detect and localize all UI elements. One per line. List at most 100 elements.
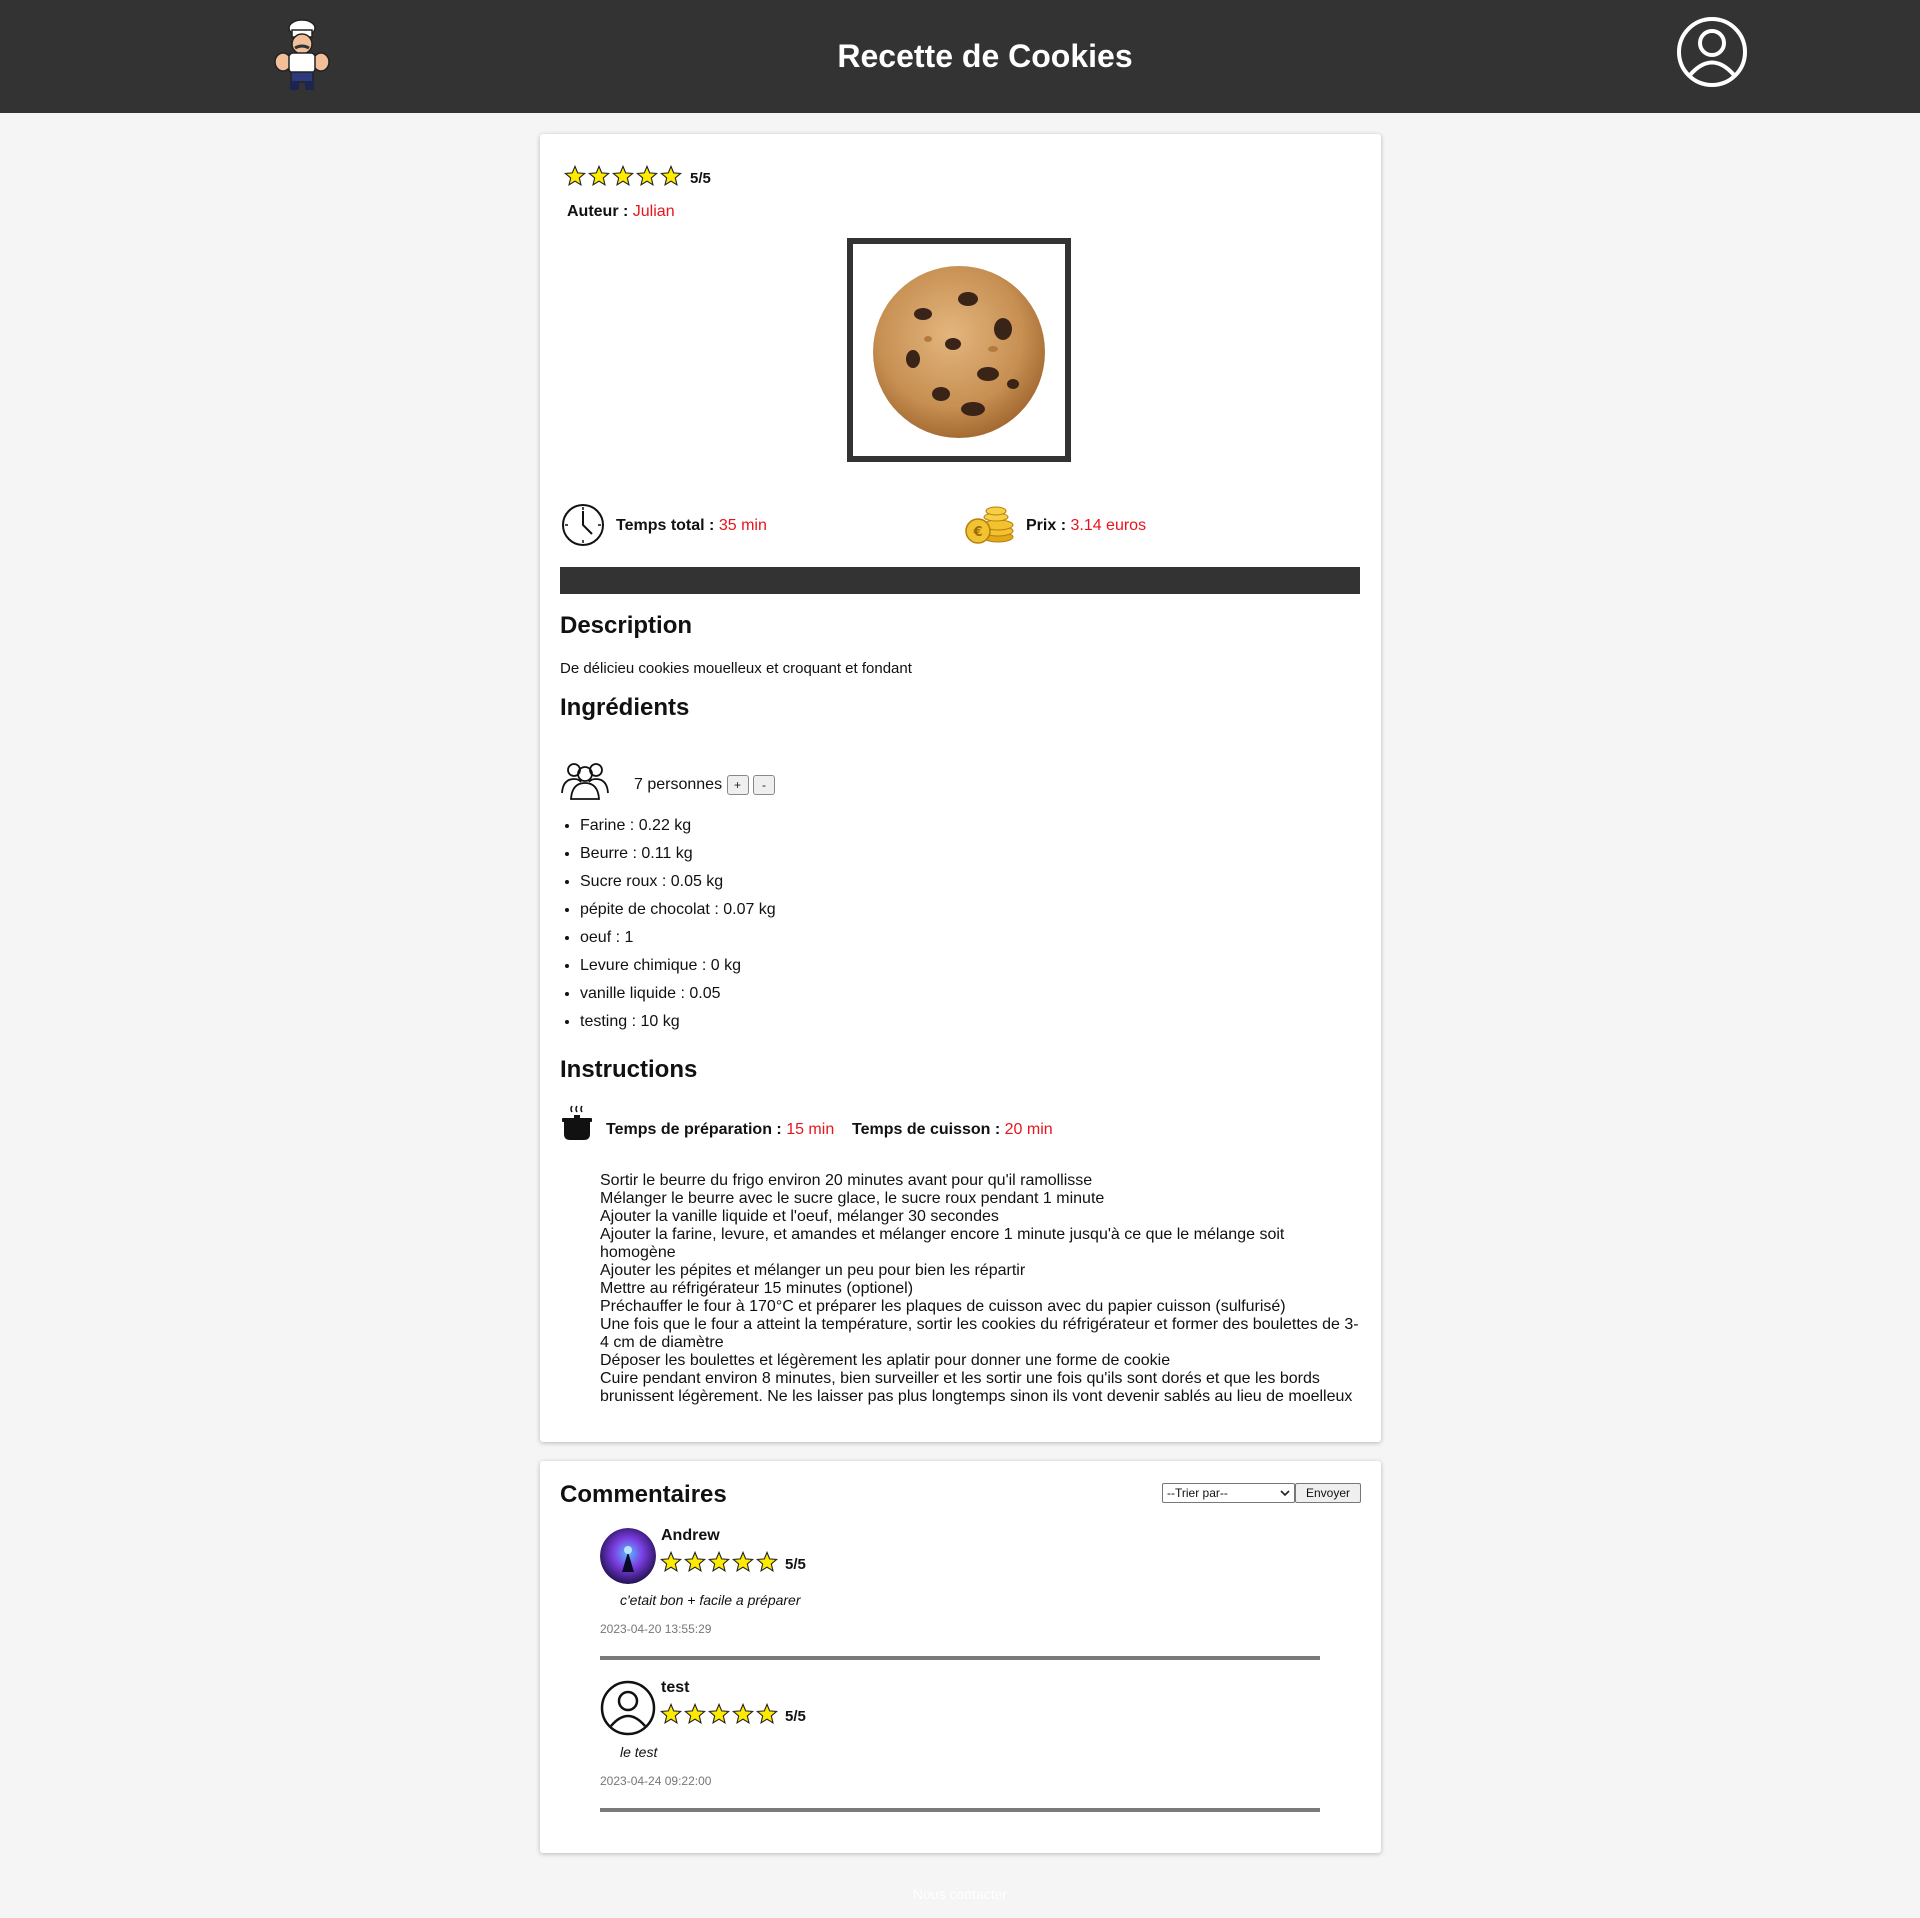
instructions-heading: Instructions [560,1056,698,1083]
recipe-photo [847,238,1071,462]
ingredient-separator: : [628,845,642,862]
star-icon [708,1703,730,1724]
chevron-down-icon [1280,1490,1290,1497]
list-item: Levure chimique : 0 kg [580,952,776,980]
star-icon [660,165,682,186]
section-divider [560,567,1360,594]
send-button[interactable]: Envoyer [1295,1483,1361,1503]
instruction-step: Mettre au réfrigérateur 15 minutes (opti… [600,1280,914,1297]
instruction-step: Mélanger le beurre avec le sucre glace, … [600,1190,1105,1207]
user-profile-icon[interactable] [1676,16,1748,88]
svg-text:€: € [972,525,982,540]
total-time: Temps total : 35 min [616,517,767,535]
description-heading: Description [560,612,693,639]
ingredient-name: pépite de chocolat [580,901,710,918]
ingredient-quantity: 0.22 kg [638,817,692,834]
avatar [600,1528,656,1584]
recipe-card: 5/5 Auteur : Julian Temps total: 35 min… [540,134,1381,1442]
page-title: Recette de Cookies [837,38,1133,74]
servings-minus-button[interactable]: - [752,775,775,795]
list-item: Sucre roux : 0.05 kg [580,868,776,896]
cook-time: Temps de cuisson : 20 min [852,1121,1053,1139]
author-line: Auteur : Julian [567,203,675,221]
ingredient-separator: : [611,929,625,946]
recipe-rating-stars [564,165,682,187]
comment-rating-stars [660,1551,778,1573]
comments-heading: Commentaires [560,1481,727,1508]
star-icon [636,165,658,186]
instruction-step: Ajouter la vanille liquide et l'oeuf, mé… [600,1208,999,1225]
instruction-step: Cuire pendant environ 8 minutes, bien su… [600,1370,1353,1405]
list-item: Farine : 0.22 kg [580,812,776,840]
total-time-label: Temps total : [616,517,715,534]
list-item: vanille liquide : 0.05 [580,980,776,1008]
ingredient-separator: : [625,817,639,834]
description-text: De délicieu cookies mouelleux et croquan… [560,660,912,677]
price-label: Prix : [1026,517,1067,534]
list-item: Beurre : 0.11 kg [580,840,776,868]
instruction-step: Ajouter la farine, levure, et amandes et… [600,1226,1285,1261]
prep-time-value: 15 min [786,1121,835,1138]
price: Prix : 3.14 euros [1026,517,1146,535]
coins-icon: € [965,506,1014,544]
list-item: pépite de chocolat : 0.07 kg [580,896,776,924]
ingredient-quantity: 0.05 [689,985,721,1002]
ingredient-separator: : [657,873,671,890]
prep-time-label: Temps de préparation : [606,1121,782,1138]
comment-author: test [661,1679,690,1696]
author-name[interactable]: Julian [633,203,675,220]
star-icon [588,165,610,186]
star-icon [564,165,586,186]
sort-select[interactable]: --Trier par-- [1162,1483,1295,1503]
cooking-pot-icon [562,1105,592,1140]
list-item: oeuf : 1 [580,924,776,952]
ingredient-name: Beurre [580,845,629,862]
people-icon [561,763,609,800]
comment-divider [600,1656,1320,1660]
contact-link[interactable]: Nous contacter [0,1886,1920,1902]
star-icon [756,1703,778,1724]
comment-rating-text: 5/5 [785,1556,806,1573]
ingredient-quantity: 0.05 kg [670,873,724,890]
recipe-rating-text: 5/5 [690,170,711,187]
comment-rating-text: 5/5 [785,1708,806,1725]
prep-time: Temps de préparation : 15 min [606,1121,834,1139]
ingredient-quantity: 0.07 kg [723,901,776,918]
ingredient-name: testing [580,1013,628,1030]
comment-text: le test [620,1744,658,1760]
comments-card: Commentaires --Trier par-- Envoyer Andre… [540,1461,1381,1853]
ingredient-separator: : [676,985,690,1002]
cook-time-label: Temps de cuisson : [852,1121,1001,1138]
star-icon [708,1551,730,1572]
instruction-steps: Sortir le beurre du frigo environ 20 min… [600,1172,1360,1406]
ingredient-separator: : [709,901,724,918]
comment-date: 2023-04-20 13:55:29 [600,1622,712,1636]
top-navbar: Recette de Cookies [0,0,1920,113]
sort-select-value: --Trier par-- [1167,1486,1228,1500]
star-icon [732,1551,754,1572]
ingredient-quantity: 0.11 kg [641,845,693,862]
star-icon [684,1551,706,1572]
comment-rating-stars [660,1703,778,1725]
servings-plus-button[interactable]: + [726,775,749,795]
cook-time-value: 20 min [1004,1121,1053,1138]
servings: 7 personnes + - [634,775,775,795]
comment-date: 2023-04-24 09:22:00 [600,1774,712,1788]
star-icon [660,1703,682,1724]
star-icon [612,165,634,186]
star-icon [756,1551,778,1572]
total-time-value: 35 min [718,517,767,534]
default-avatar-icon [600,1680,656,1736]
ingredient-separator: : [627,1013,641,1030]
comment-divider [600,1808,1320,1812]
clock-icon [562,504,604,546]
instruction-step: Ajouter les pépites et mélanger un peu p… [600,1262,1026,1279]
ingredient-name: Sucre roux [580,873,658,890]
instruction-step: Une fois que le four a atteint la tempér… [600,1316,1359,1351]
ingredient-quantity: 10 kg [640,1013,680,1030]
instruction-step: Préchauffer le four à 170°C et préparer … [600,1298,1286,1315]
comment-author: Andrew [661,1527,720,1544]
comment-text: c'etait bon + facile a préparer [620,1592,801,1608]
instruction-step: Déposer les boulettes et légèrement les … [600,1352,1171,1369]
ingredient-quantity: 1 [624,929,634,946]
